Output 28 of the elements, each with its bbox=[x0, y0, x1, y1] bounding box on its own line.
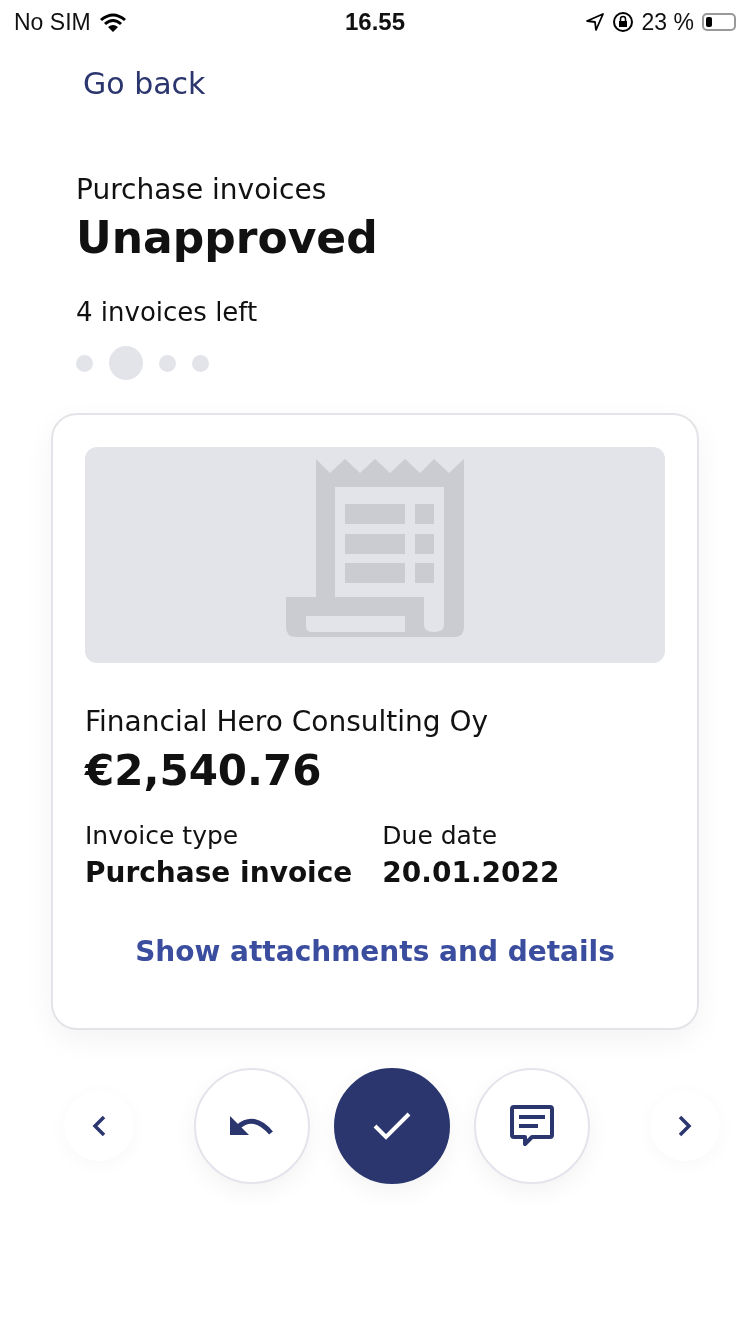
carrier-label: No SIM bbox=[14, 8, 91, 36]
field-label: Invoice type bbox=[85, 821, 239, 850]
page-title: Unapproved bbox=[76, 212, 378, 263]
chevron-right-icon bbox=[678, 1115, 692, 1137]
clock-time: 16.55 bbox=[344, 8, 406, 35]
wifi-icon bbox=[98, 12, 127, 32]
undo-icon bbox=[230, 1116, 274, 1136]
pager-dot[interactable] bbox=[76, 354, 93, 372]
location-arrow-icon bbox=[585, 13, 604, 31]
battery-percent: 23 % bbox=[641, 8, 694, 36]
field-value: 20.01.2022 bbox=[382, 856, 560, 889]
pager-dot[interactable] bbox=[109, 346, 143, 380]
field-value: Purchase invoice bbox=[85, 856, 353, 889]
invoice-amount: €2,540.76 bbox=[85, 746, 323, 795]
go-back-link[interactable]: Go back bbox=[83, 66, 206, 101]
rotation-lock-icon bbox=[611, 11, 634, 33]
check-icon bbox=[373, 1112, 411, 1140]
pager-dot[interactable] bbox=[192, 354, 209, 372]
receipt-icon bbox=[286, 457, 464, 637]
details-link[interactable]: Show attachments and details bbox=[135, 935, 615, 968]
pager-dot[interactable] bbox=[159, 354, 176, 372]
comment-icon bbox=[510, 1105, 554, 1147]
section-subtitle: Purchase invoices bbox=[76, 173, 327, 206]
supplier-name: Financial Hero Consulting Oy bbox=[85, 705, 490, 738]
battery-icon bbox=[702, 13, 736, 31]
field-label: Due date bbox=[382, 821, 498, 850]
invoices-left-counter: 4 invoices left bbox=[76, 297, 258, 327]
chevron-left-icon bbox=[92, 1115, 106, 1137]
